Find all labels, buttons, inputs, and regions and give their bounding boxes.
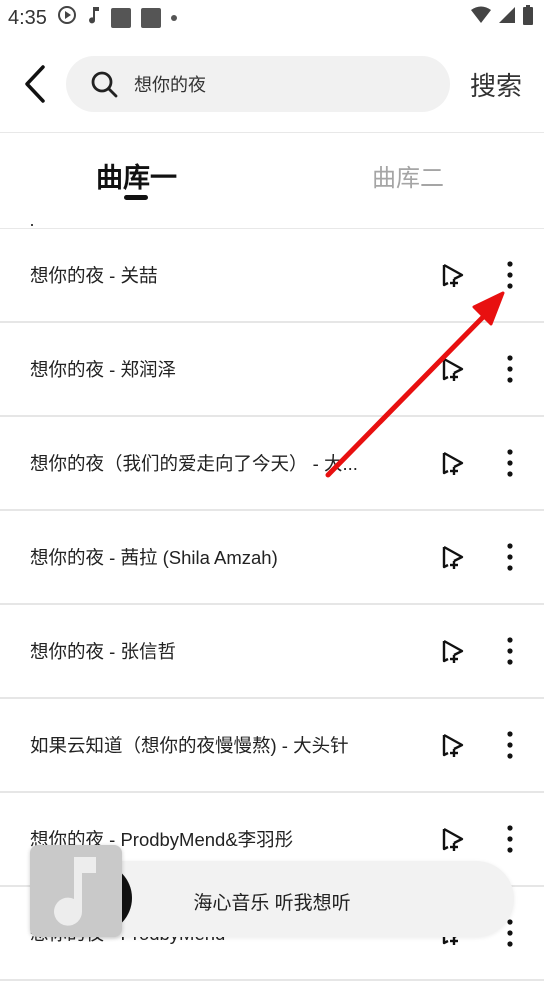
status-time: 4:35	[8, 6, 47, 29]
divider-dot	[31, 224, 33, 226]
song-title: 想你的夜 - 张信哲	[30, 641, 176, 662]
list-item[interactable]: 想你的夜 - 茜拉 (Shila Amzah)	[0, 511, 544, 605]
back-button[interactable]	[10, 54, 60, 114]
add-to-playlist-icon	[442, 451, 464, 475]
list-item[interactable]: 如果云知道（想你的夜慢慢熬) - 大头针	[0, 699, 544, 793]
add-to-playlist-button[interactable]	[437, 823, 469, 855]
add-to-playlist-icon	[442, 357, 464, 381]
player-slogan: 海心音乐 听我想听	[193, 893, 351, 914]
more-notifications-icon	[170, 15, 177, 21]
notification-icon	[140, 8, 161, 28]
search-header: 搜索	[0, 48, 544, 120]
signal-icon	[498, 6, 516, 30]
song-title: 想你的夜（我们的爱走向了今天） - 大...	[30, 453, 358, 474]
list-item[interactable]: 想你的夜 - 郑润泽	[0, 323, 544, 417]
song-title: 想你的夜 - 茜拉 (Shila Amzah)	[30, 547, 278, 568]
search-box[interactable]	[66, 56, 450, 112]
song-title: 想你的夜 - 郑润泽	[30, 359, 176, 380]
add-to-playlist-button[interactable]	[437, 259, 469, 291]
add-to-playlist-icon	[442, 263, 464, 287]
wifi-icon	[470, 6, 492, 30]
list-item[interactable]: 想你的夜（我们的爱走向了今天） - 大...	[0, 417, 544, 511]
add-to-playlist-icon	[442, 545, 464, 569]
more-vertical-icon	[507, 261, 513, 289]
add-to-playlist-button[interactable]	[437, 729, 469, 761]
tab-library-1[interactable]: 曲库一	[96, 156, 177, 195]
more-options-button[interactable]	[496, 257, 524, 293]
notification-icon	[110, 8, 131, 28]
add-to-playlist-icon	[442, 827, 464, 851]
more-vertical-icon	[507, 449, 513, 477]
more-vertical-icon	[507, 637, 513, 665]
add-to-playlist-button[interactable]	[437, 447, 469, 479]
more-options-button[interactable]	[496, 445, 524, 481]
tab-library-2[interactable]: 曲库二	[372, 158, 444, 193]
add-to-playlist-button[interactable]	[437, 541, 469, 573]
more-vertical-icon	[507, 731, 513, 759]
music-note-icon	[87, 5, 101, 31]
more-options-button[interactable]	[496, 539, 524, 575]
add-to-playlist-button[interactable]	[437, 635, 469, 667]
list-item[interactable]: 想你的夜 - 关喆	[0, 229, 544, 323]
more-vertical-icon	[507, 355, 513, 383]
more-vertical-icon	[507, 543, 513, 571]
add-to-playlist-icon	[442, 733, 464, 757]
more-options-button[interactable]	[496, 821, 524, 857]
more-options-button[interactable]	[496, 351, 524, 387]
search-input[interactable]	[132, 72, 416, 96]
add-to-playlist-button[interactable]	[437, 353, 469, 385]
song-title: 如果云知道（想你的夜慢慢熬) - 大头针	[30, 735, 349, 756]
battery-icon	[522, 4, 534, 32]
library-tabs: 曲库一 曲库二	[0, 140, 544, 210]
tab-indicator	[124, 195, 148, 200]
more-options-button[interactable]	[496, 727, 524, 763]
list-item[interactable]: 想你的夜 - 张信哲	[0, 605, 544, 699]
chevron-left-icon	[25, 65, 45, 103]
divider	[0, 132, 544, 133]
more-vertical-icon	[507, 825, 513, 853]
more-vertical-icon	[507, 919, 513, 947]
search-button[interactable]: 搜索	[470, 66, 522, 103]
play-circle-icon	[57, 5, 77, 31]
status-bar: 4:35	[0, 0, 544, 36]
more-options-button[interactable]	[496, 633, 524, 669]
search-icon	[88, 68, 120, 100]
add-to-playlist-icon	[442, 639, 464, 663]
song-title: 想你的夜 - 关喆	[30, 265, 158, 286]
